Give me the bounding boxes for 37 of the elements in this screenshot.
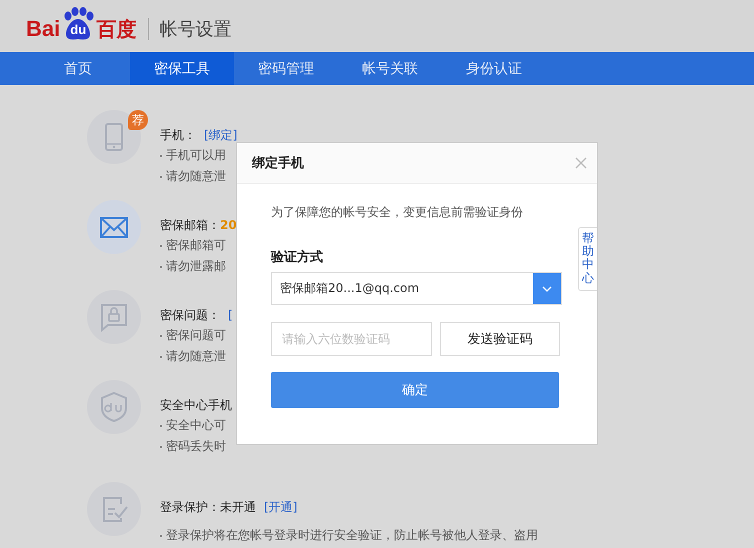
item-link[interactable]: [绑定] xyxy=(204,126,238,144)
item-description: 手机可以用 xyxy=(166,147,226,164)
nav-tab[interactable]: 密保工具 xyxy=(130,52,234,85)
item-description: 密保问题可 xyxy=(166,327,226,344)
close-icon[interactable] xyxy=(575,157,587,169)
item-status: 未开通 xyxy=(220,498,256,516)
chevron-down-icon xyxy=(542,286,552,292)
nav-tab[interactable]: 首页 xyxy=(26,52,130,85)
item-description: 请勿随意泄 xyxy=(166,348,226,365)
item-description: 请勿随意泄 xyxy=(166,168,226,185)
code-input-field[interactable]: 请输入六位数验证码 xyxy=(271,322,432,356)
recommend-badge: 荐 xyxy=(128,110,148,130)
item-link[interactable]: [ xyxy=(228,308,233,322)
send-code-button[interactable]: 发送验证码 xyxy=(440,322,560,356)
confirm-button[interactable]: 确定 xyxy=(271,372,559,408)
item-title: 密保邮箱： xyxy=(160,216,220,234)
item-title: 密保问题： xyxy=(160,306,220,324)
nav-tab[interactable]: 帐号关联 xyxy=(338,52,442,85)
item-description: 安全中心可 xyxy=(166,417,226,434)
item-description: 密码丢失时 xyxy=(166,438,226,455)
baidu-logo[interactable]: Bai du 百度 xyxy=(26,10,136,42)
item-link[interactable]: [开通] xyxy=(264,498,298,516)
item-title: 安全中心手机 xyxy=(160,396,232,414)
method-dropdown[interactable]: 密保邮箱20...1@qq.com xyxy=(271,272,562,305)
help-center-tab[interactable]: 帮助中心 xyxy=(578,227,598,291)
dialog-message: 为了保障您的帐号安全，变更信息前需验证身份 xyxy=(271,204,523,220)
item-description: 登录保护将在您帐号登录时进行安全验证，防止帐号被他人登录、盗用 xyxy=(166,527,538,544)
item-title: 登录保护： xyxy=(160,498,220,516)
item-description: 密保邮箱可 xyxy=(166,237,226,254)
field-label: 验证方式 xyxy=(271,248,323,266)
page-title: 帐号设置 xyxy=(159,18,232,41)
item-title: 手机： xyxy=(160,126,196,144)
nav-tab[interactable]: 密码管理 xyxy=(234,52,338,85)
item-description: 请勿泄露邮 xyxy=(166,258,226,275)
dialog-title: 绑定手机 xyxy=(252,154,304,172)
nav-tab[interactable]: 身份认证 xyxy=(442,52,546,85)
item-status: 20 xyxy=(220,218,237,232)
